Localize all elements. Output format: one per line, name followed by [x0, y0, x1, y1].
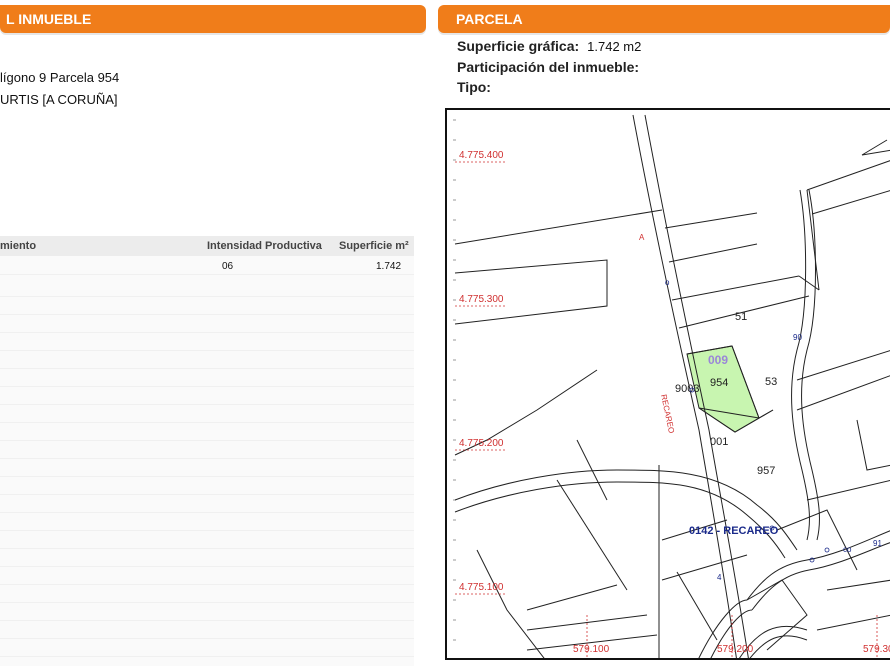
map-ticks: [453, 119, 456, 641]
table-row: [0, 586, 414, 603]
cell-intensidad: 06: [222, 261, 234, 272]
column-header-superficie: Superficie m²: [339, 240, 409, 252]
parcel-boundaries: [454, 139, 890, 658]
map-small-label: 90: [793, 333, 802, 342]
parcel-label: 954: [710, 377, 728, 389]
inmueble-header-tab: L INMUEBLE: [0, 5, 426, 33]
table-row: [0, 406, 414, 423]
parcel-label: 957: [757, 465, 775, 477]
table-row: [0, 424, 414, 441]
location-line-1: lígono 9 Parcela 954: [0, 70, 120, 85]
parcela-header-title: PARCELA: [456, 11, 523, 27]
map-small-label: co: [843, 545, 852, 554]
inmueble-header-title: L INMUEBLE: [6, 11, 92, 27]
parcel-label: 51: [735, 311, 747, 323]
table-row: [0, 298, 414, 315]
column-header-intensidad: Intensidad Productiva: [207, 240, 322, 252]
parcel-label: 9003: [675, 383, 699, 395]
tipo-label: Tipo:: [457, 79, 491, 95]
table-row: [0, 496, 414, 513]
tipo: Tipo:: [457, 79, 491, 95]
coord-x-label: 579.30: [863, 644, 890, 655]
map-small-label: 4: [717, 573, 722, 582]
parcel-label: 001: [710, 436, 728, 448]
map-small-label: A: [639, 233, 645, 242]
parcel-map[interactable]: 4.775.400 4.775.300 4.775.200 4.775.100 …: [445, 108, 890, 660]
superficie-value: 1.742 m2: [587, 39, 642, 54]
map-small-label: o: [665, 278, 670, 287]
table-row: [0, 568, 414, 585]
participacion: Participación del inmueble:: [457, 59, 639, 75]
table-row: [0, 622, 414, 639]
table-row: [0, 316, 414, 333]
column-header-aprovechamiento: miento: [0, 240, 37, 252]
table-row: [0, 640, 414, 657]
table-row: [0, 370, 414, 387]
table-row: [0, 334, 414, 351]
table-row: [0, 352, 414, 369]
coordinate-labels: 4.775.400 4.775.300 4.775.200 4.775.100 …: [459, 150, 890, 655]
coord-y-label: 4.775.400: [459, 150, 504, 161]
table-row: [0, 604, 414, 621]
table-row: [0, 514, 414, 531]
table-row: [0, 550, 414, 567]
coord-y-label: 4.775.200: [459, 438, 504, 449]
road-label: RECAREO: [659, 394, 676, 435]
table-row: [0, 388, 414, 405]
participacion-label: Participación del inmueble:: [457, 59, 640, 75]
place-label: 0142 - RECAREO: [689, 525, 779, 537]
table-row: [0, 532, 414, 549]
parcel-label: 53: [765, 376, 777, 388]
coord-x-label: 579.100: [573, 644, 610, 655]
coord-y-label: 4.775.300: [459, 294, 504, 305]
superficie-grafica: Superficie gráfica: 1.742 m2: [457, 38, 641, 54]
highlight-label: 009: [708, 353, 728, 367]
coord-y-label: 4.775.100: [459, 582, 504, 593]
location-line-2: URTIS [A CORUÑA]: [0, 92, 118, 107]
cultivo-table: miento Intensidad Productiva Superficie …: [0, 236, 414, 666]
table-row: 06 1.742: [0, 258, 414, 275]
table-row: [0, 280, 414, 297]
parcel-map-canvas[interactable]: 4.775.400 4.775.300 4.775.200 4.775.100 …: [447, 110, 890, 660]
table-row: [0, 442, 414, 459]
roads: [454, 114, 890, 658]
table-row: [0, 478, 414, 495]
superficie-label: Superficie gráfica:: [457, 38, 580, 54]
table-header: miento Intensidad Productiva Superficie …: [0, 236, 414, 256]
table-row: [0, 460, 414, 477]
cell-superficie: 1.742: [376, 261, 402, 272]
coord-x-label: 579.200: [717, 644, 754, 655]
parcela-header-tab: PARCELA: [438, 5, 890, 33]
map-small-label: 91: [873, 539, 882, 548]
